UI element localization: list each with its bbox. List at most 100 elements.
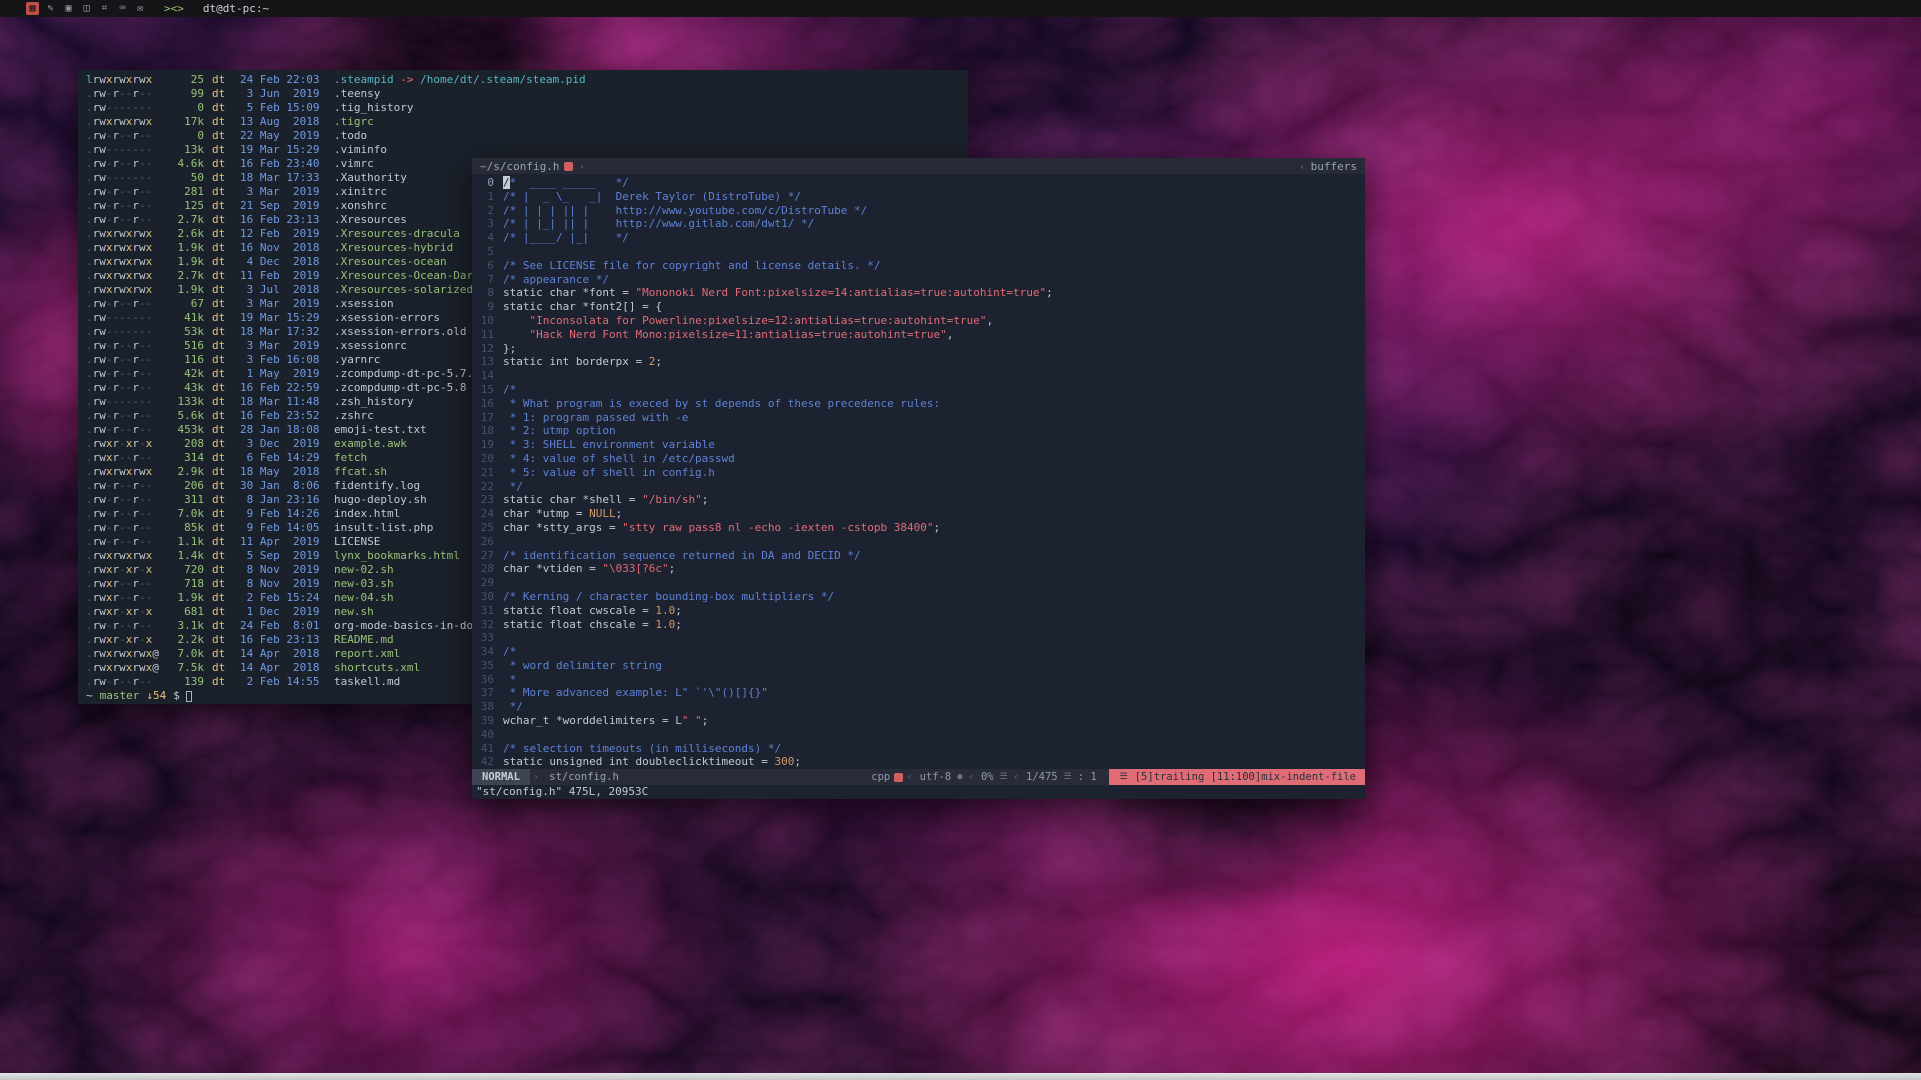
line-text: */ (503, 700, 523, 714)
workspace-grid-icon[interactable]: ▦ (26, 2, 39, 15)
workspace-picture-icon[interactable]: ▣ (62, 2, 75, 15)
file-date: 3 Mar 2019 (240, 339, 326, 353)
code-line: 8static char *font = "Mononoki Nerd Font… (472, 286, 1365, 300)
file-size: 50 (164, 171, 204, 185)
file-name: .Xresources-ocean (334, 255, 447, 269)
file-name: .xinitrc (334, 185, 387, 199)
line-text: /* (503, 383, 516, 397)
file-size: 1.1k (164, 535, 204, 549)
file-date: 8 Nov 2019 (240, 563, 326, 577)
layout-indicator[interactable]: ><> (164, 2, 184, 15)
file-owner: dt (212, 619, 230, 633)
file-permissions: .rw-r--r-- (86, 675, 164, 689)
code-line: 29 (472, 576, 1365, 590)
file-permissions: .rwxr--r-- (86, 577, 164, 591)
file-date: 16 Feb 23:52 (240, 409, 326, 423)
workspace-keyboard-icon[interactable]: ⌨ (116, 2, 129, 15)
file-name: .xsessionrc (334, 339, 407, 353)
file-size: 139 (164, 675, 204, 689)
line-number: 34 (472, 645, 494, 659)
workspace-display-icon[interactable]: ⌗ (98, 2, 111, 15)
file-name: fidentify.log (334, 479, 420, 493)
file-permissions: .rwxrwxrwx (86, 241, 164, 255)
file-permissions: .rw-r--r-- (86, 339, 164, 353)
file-owner: dt (212, 675, 230, 689)
desktop: ▦✎▣◫⌗⌨✉ ><> dt@dt-pc:~ lrwxrwxrwx25dt24 … (0, 0, 1921, 1080)
file-size: 42k (164, 367, 204, 381)
file-date: 9 Feb 14:26 (240, 507, 326, 521)
line-number: 16 (472, 397, 494, 411)
code-line: 24char *utmp = NULL; (472, 507, 1365, 521)
file-size: 7.0k (164, 507, 204, 521)
file-name: new-02.sh (334, 563, 394, 577)
line-text: static char *font = "Mononoki Nerd Font:… (503, 286, 1053, 300)
file-date: 24 Feb 22:03 (240, 73, 326, 87)
file-name: .tigrc (334, 115, 374, 129)
prompt-cwd: ~ (86, 689, 93, 703)
code-line: 4 /* |____/ |_| */ (472, 231, 1365, 245)
file-permissions: .rwxrwxrwx@ (86, 647, 164, 661)
file-size: 43k (164, 381, 204, 395)
code-line: 32static float chscale = 1.0; (472, 618, 1365, 632)
line-number: 11 (472, 328, 494, 342)
file-name: README.md (334, 633, 394, 647)
line-number: 4 (472, 231, 494, 245)
file-permissions: lrwxrwxrwx (86, 73, 164, 87)
editor-window[interactable]: ~/s/config.h › ‹ buffers 0/* ____ _____ … (472, 158, 1365, 799)
file-permissions: .rw-r--r-- (86, 185, 164, 199)
file-date: 14 Apr 2018 (240, 661, 326, 675)
file-name: .teensy (334, 87, 380, 101)
file-date: 4 Dec 2018 (240, 255, 326, 269)
line-number: 2 (472, 204, 494, 218)
file-permissions: .rw-r--r-- (86, 535, 164, 549)
line-text: * word delimiter string (503, 659, 662, 673)
workspace-mail-icon[interactable]: ✉ (134, 2, 147, 15)
line-text: static char *font2[] = { (503, 300, 662, 314)
line-text: "Inconsolata for Powerline:pixelsize=12:… (503, 314, 993, 328)
file-date: 18 Mar 17:32 (240, 325, 326, 339)
file-date: 2 Feb 14:55 (240, 675, 326, 689)
file-row: .rw-r--r--0dt22 May 2019.todo (86, 129, 960, 143)
code-line: 14 (472, 369, 1365, 383)
file-owner: dt (212, 577, 230, 591)
line-text: wchar_t *worddelimiters = L" "; (503, 714, 708, 728)
file-permissions: .rwxr--r-- (86, 451, 164, 465)
file-name: .Xresources-hybrid (334, 241, 453, 255)
file-size: 1.4k (164, 549, 204, 563)
code-area[interactable]: 0/* ____ _____ */1/* | _ \_ _| Derek Tay… (472, 174, 1365, 769)
filetype-icon (894, 773, 903, 782)
file-size: 85k (164, 521, 204, 535)
workspace-camera-icon[interactable]: ◫ (80, 2, 93, 15)
file-date: 16 Feb 23:13 (240, 213, 326, 227)
tab-current-file[interactable]: ~/s/config.h (480, 160, 559, 173)
file-permissions: .rw-r--r-- (86, 213, 164, 227)
file-permissions: .rw------- (86, 171, 164, 185)
line-text: /* |____/ |_| */ (503, 231, 629, 245)
file-size: 314 (164, 451, 204, 465)
file-date: 21 Sep 2019 (240, 199, 326, 213)
file-size: 2.7k (164, 269, 204, 283)
file-name: ffcat.sh (334, 465, 387, 479)
file-permissions: .rw------- (86, 101, 164, 115)
filetype-icon (564, 162, 573, 171)
file-permissions: .rw------- (86, 325, 164, 339)
file-name: hugo-deploy.sh (334, 493, 427, 507)
line-number: 27 (472, 549, 494, 563)
file-size: 208 (164, 437, 204, 451)
file-permissions: .rw-r--r-- (86, 199, 164, 213)
file-permissions: .rw-r--r-- (86, 619, 164, 633)
code-line: 6/* See LICENSE file for copyright and l… (472, 259, 1365, 273)
statusline-scroll-percent: 0% (981, 771, 994, 783)
file-row: .rw-------0dt 5 Feb 15:09.tig_history (86, 101, 960, 115)
file-owner: dt (212, 381, 230, 395)
file-size: 516 (164, 339, 204, 353)
code-line: 34/* (472, 645, 1365, 659)
file-name: insult-list.php (334, 521, 433, 535)
code-line: 41/* selection timeouts (in milliseconds… (472, 742, 1365, 756)
chevron-left-icon: ‹ (1299, 160, 1306, 173)
buffers-label[interactable]: buffers (1311, 160, 1357, 173)
code-line: 18 * 2: utmp option (472, 424, 1365, 438)
workspace-pencil-icon[interactable]: ✎ (44, 2, 57, 15)
file-name: taskell.md (334, 675, 400, 689)
file-permissions: .rw------- (86, 143, 164, 157)
